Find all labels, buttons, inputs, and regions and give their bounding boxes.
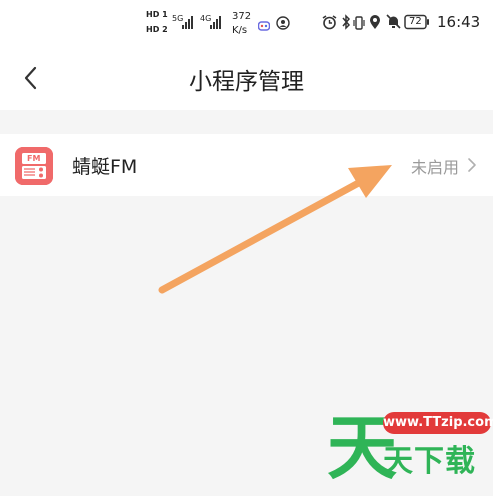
bluetooth-icon [341,14,351,34]
qingting-fm-app-icon: FM [15,147,53,185]
vibrate-icon [353,15,365,34]
mute-icon [386,14,401,33]
battery-level: 72 [409,16,422,27]
clock-time: 16:43 [437,13,481,31]
section-divider [0,110,493,134]
app-icon-label: FM [27,154,41,163]
signal1-icon [182,14,196,33]
net-speed-unit: K/s [232,25,248,36]
location-icon [369,14,381,34]
net-speed-value: 372 [232,11,252,22]
account-icon [276,15,290,34]
navigation-bar: 小程序管理 [0,48,493,110]
alarm-icon [322,15,337,34]
watermark-url: www.TTzip.com [383,412,493,434]
status-bar: HD 1 HD 2 5G 4G 372 K/s 72 16:43 [0,0,493,48]
mini-program-name: 蜻蜓FM [72,156,138,178]
annotation-arrow-shaft [158,176,368,294]
page-title: 小程序管理 [189,69,304,95]
chevron-right-icon [466,156,478,174]
signal2-icon [210,14,224,33]
app-notification-icon [257,17,271,36]
sim2-label: HD 2 [146,25,168,34]
watermark-subtitle: 天下载 [383,444,476,479]
mini-program-row[interactable]: FM 蜻蜓FM 未启用 [0,134,493,196]
sim1-label: HD 1 [146,10,168,19]
site-watermark: 天 www.TTzip.com 天下载 [313,400,493,496]
mini-program-status: 未启用 [410,158,459,177]
